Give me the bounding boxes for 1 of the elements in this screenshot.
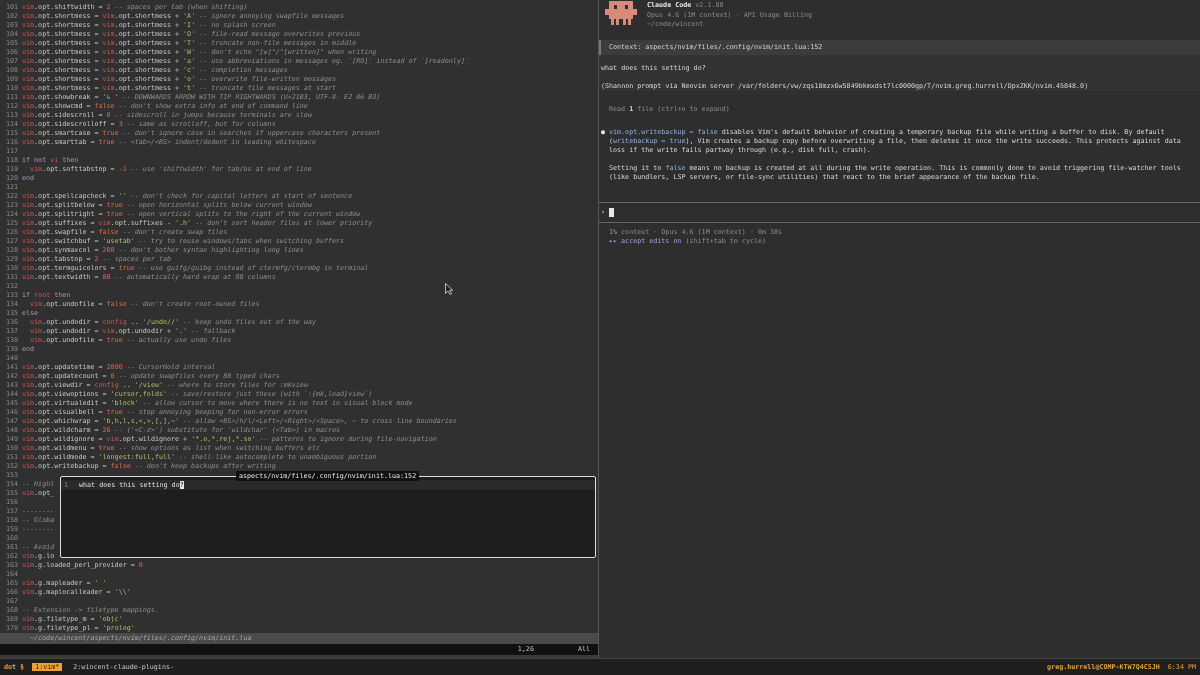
mouse-pointer-icon	[445, 283, 453, 295]
